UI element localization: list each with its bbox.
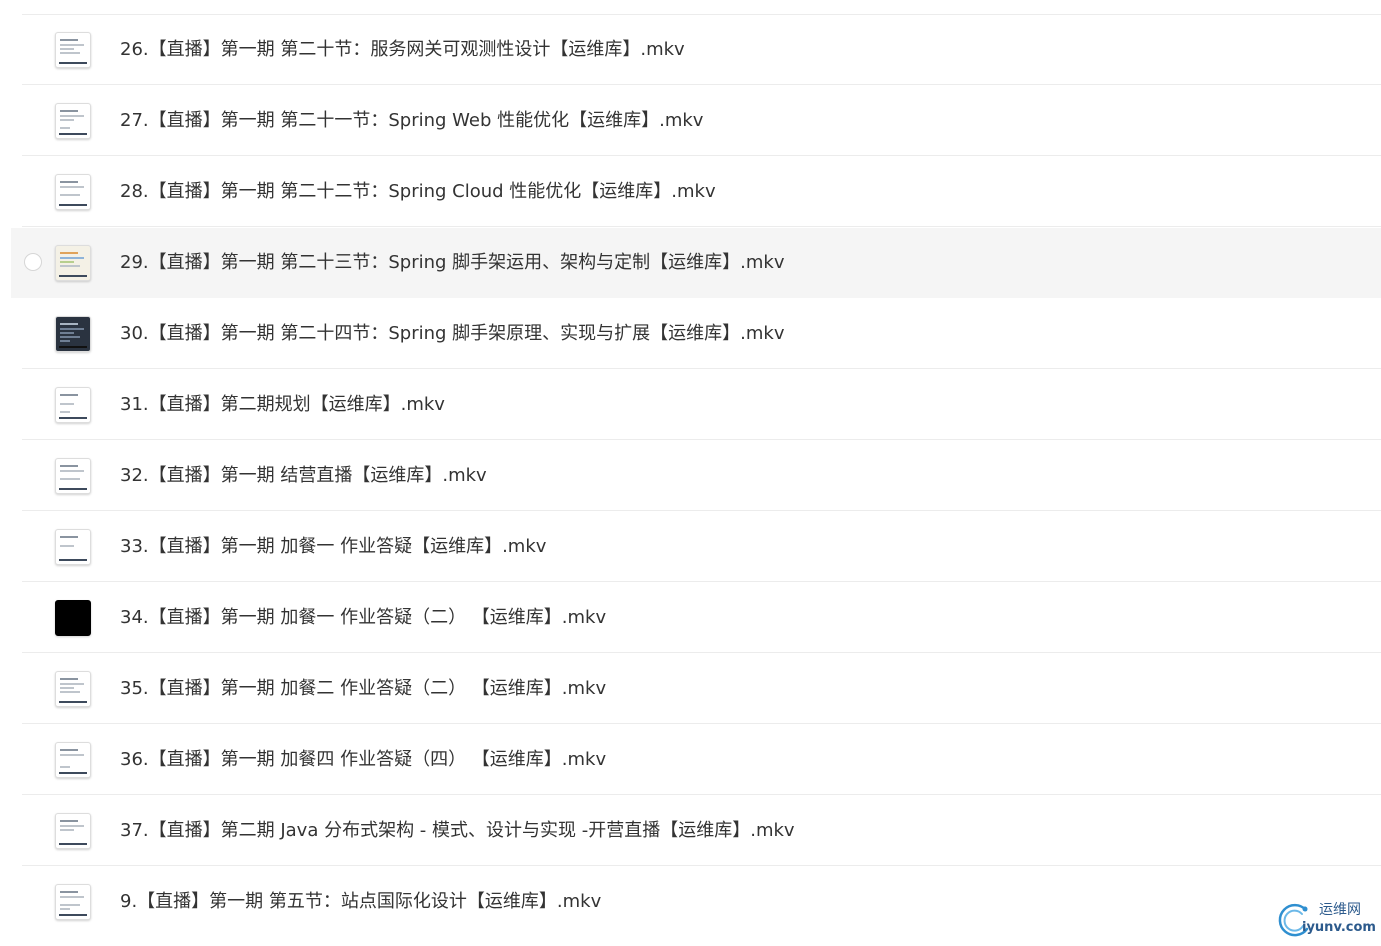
video-thumbnail [55,742,91,778]
file-row[interactable]: 32.【直播】第一期 结营直播【运维库】.mkv [0,441,1381,511]
file-row[interactable]: 34.【直播】第一期 加餐一 作业答疑（二） 【运维库】.mkv [0,583,1381,653]
row-divider [22,652,1381,653]
video-thumbnail [55,387,91,423]
file-row[interactable]: 27.【直播】第一期 第二十一节：Spring Web 性能优化【运维库】.mk… [0,86,1381,156]
file-name[interactable]: 9.【直播】第一期 第五节：站点国际化设计【运维库】.mkv [120,890,601,914]
video-thumbnail [55,671,91,707]
row-divider [22,226,1381,227]
row-divider [22,368,1381,369]
file-name[interactable]: 29.【直播】第一期 第二十三节：Spring 脚手架运用、架构与定制【运维库】… [120,251,785,275]
row-divider [22,723,1381,724]
video-thumbnail [55,458,91,494]
file-row[interactable]: 35.【直播】第一期 加餐二 作业答疑（二） 【运维库】.mkv [0,654,1381,724]
file-row[interactable]: 31.【直播】第二期规划【运维库】.mkv [0,370,1381,440]
row-divider [22,581,1381,582]
video-thumbnail [55,884,91,920]
file-row[interactable]: 9.【直播】第一期 第五节：站点国际化设计【运维库】.mkv [0,867,1381,937]
file-row[interactable]: 33.【直播】第一期 加餐一 作业答疑【运维库】.mkv [0,512,1381,582]
row-divider [22,510,1381,511]
file-list: 26.【直播】第一期 第二十节：服务网关可观测性设计【运维库】.mkv 27.【… [0,0,1381,946]
file-name[interactable]: 27.【直播】第一期 第二十一节：Spring Web 性能优化【运维库】.mk… [120,109,703,133]
file-name[interactable]: 34.【直播】第一期 加餐一 作业答疑（二） 【运维库】.mkv [120,606,606,630]
file-name[interactable]: 36.【直播】第一期 加餐四 作业答疑（四） 【运维库】.mkv [120,748,606,772]
video-thumbnail [55,32,91,68]
file-row[interactable]: 26.【直播】第一期 第二十节：服务网关可观测性设计【运维库】.mkv [0,15,1381,85]
file-row[interactable]: 28.【直播】第一期 第二十二节：Spring Cloud 性能优化【运维库】.… [0,157,1381,227]
row-divider [22,155,1381,156]
video-thumbnail [55,529,91,565]
file-name[interactable]: 35.【直播】第一期 加餐二 作业答疑（二） 【运维库】.mkv [120,677,606,701]
site-watermark: 运维网 iyunv.com [1276,900,1378,942]
video-thumbnail [55,813,91,849]
row-divider [22,439,1381,440]
file-name[interactable]: 37.【直播】第二期 Java 分布式架构 - 模式、设计与实现 -开营直播【运… [120,819,795,843]
video-thumbnail [55,245,91,281]
file-row[interactable]: 36.【直播】第一期 加餐四 作业答疑（四） 【运维库】.mkv [0,725,1381,795]
file-row-hovered[interactable]: 29.【直播】第一期 第二十三节：Spring 脚手架运用、架构与定制【运维库】… [11,228,1381,298]
row-divider [22,794,1381,795]
watermark-cn-text: 运维网 [1319,902,1361,918]
video-thumbnail [55,174,91,210]
file-row[interactable]: 37.【直播】第二期 Java 分布式架构 - 模式、设计与实现 -开营直播【运… [0,796,1381,866]
video-thumbnail [55,316,91,352]
file-name[interactable]: 30.【直播】第一期 第二十四节：Spring 脚手架原理、实现与扩展【运维库】… [120,322,785,346]
video-thumbnail [55,600,91,636]
row-divider [22,865,1381,866]
file-name[interactable]: 26.【直播】第一期 第二十节：服务网关可观测性设计【运维库】.mkv [120,38,685,62]
video-thumbnail [55,103,91,139]
file-name[interactable]: 28.【直播】第一期 第二十二节：Spring Cloud 性能优化【运维库】.… [120,180,716,204]
file-name[interactable]: 33.【直播】第一期 加餐一 作业答疑【运维库】.mkv [120,535,546,559]
select-checkbox[interactable] [24,253,42,271]
row-divider [22,84,1381,85]
file-name[interactable]: 31.【直播】第二期规划【运维库】.mkv [120,393,445,417]
file-name[interactable]: 32.【直播】第一期 结营直播【运维库】.mkv [120,464,487,488]
watermark-en-text: iyunv.com [1302,920,1376,935]
file-row[interactable]: 30.【直播】第一期 第二十四节：Spring 脚手架原理、实现与扩展【运维库】… [0,299,1381,369]
